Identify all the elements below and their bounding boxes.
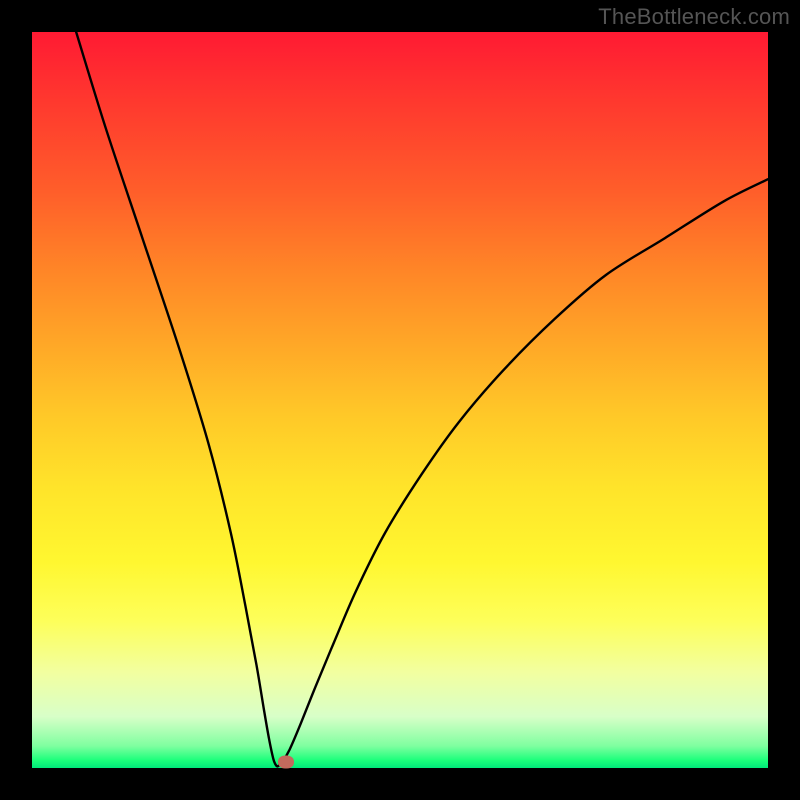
- chart-marker-dot: [278, 756, 294, 769]
- chart-curve: [76, 32, 768, 766]
- chart-plot-area: [32, 32, 768, 768]
- watermark-text: TheBottleneck.com: [598, 4, 790, 30]
- chart-curve-layer: [32, 32, 768, 768]
